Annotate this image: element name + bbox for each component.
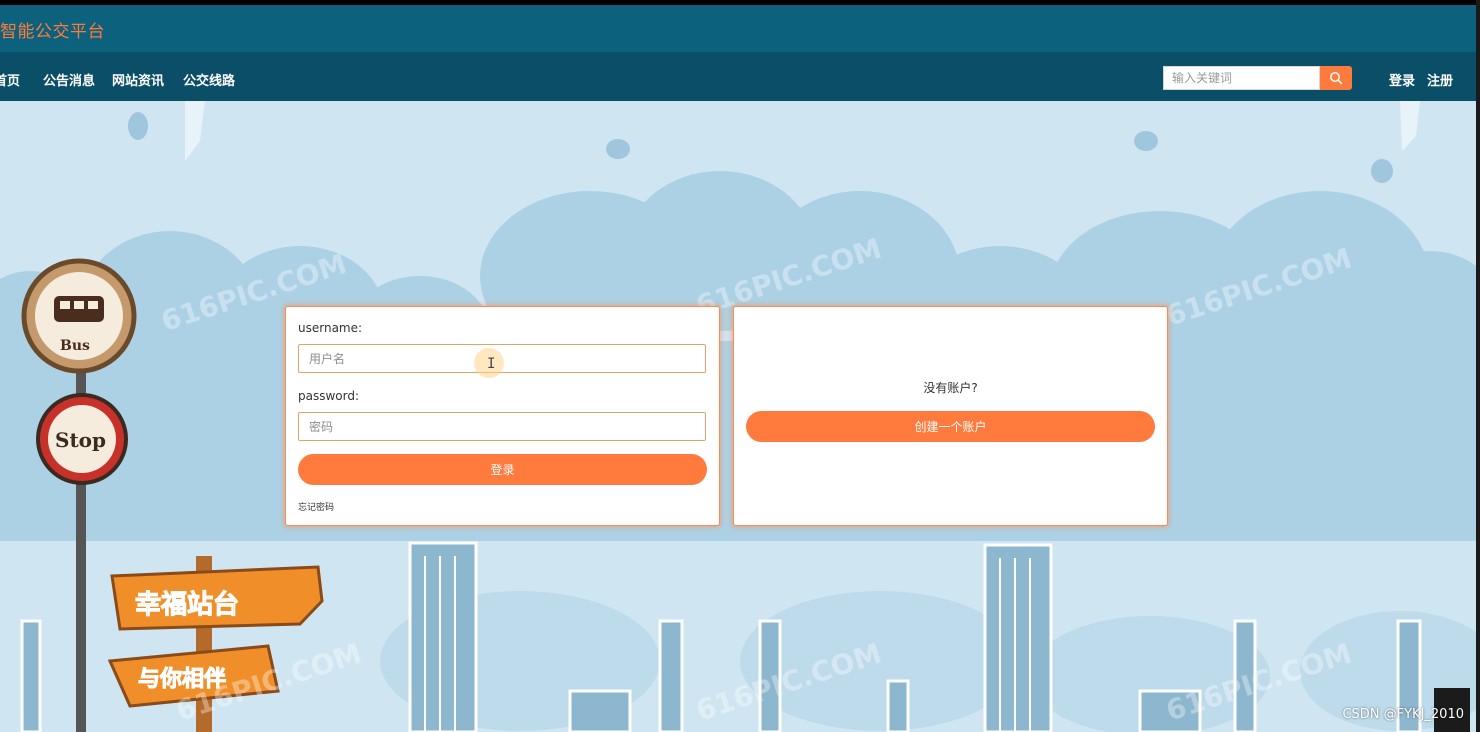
nav-item-news[interactable]: 网站资讯	[112, 70, 164, 89]
register-card: 没有账户? 创建一个账户	[733, 306, 1168, 526]
nav-item-announcements[interactable]: 公告消息	[43, 70, 95, 89]
app-screen: 智能公交平台 首页 公告消息 网站资讯 公交线路 登录 注册	[0, 0, 1480, 732]
login-card: username: password: 登录 忘记密码	[285, 306, 720, 526]
search-input[interactable]	[1163, 66, 1320, 90]
password-label: password:	[298, 389, 360, 403]
board-top-text: 幸福站台	[135, 589, 239, 620]
text-cursor-icon: I	[487, 356, 496, 372]
stop-sign-text: Stop	[55, 428, 106, 452]
background-illustration: Bus Stop 幸福站台 与你相伴 616PIC.COM 616PIC.COM…	[0, 101, 1476, 732]
bus-sign-text: Bus	[60, 338, 90, 354]
no-account-text: 没有账户?	[923, 381, 978, 395]
search-icon	[1330, 72, 1343, 85]
forgot-password-link[interactable]: 忘记密码	[298, 500, 334, 513]
nav-item-home[interactable]: 首页	[0, 70, 20, 89]
login-submit-button[interactable]: 登录	[298, 454, 707, 485]
window-edge	[1476, 0, 1480, 732]
login-link[interactable]: 登录	[1389, 70, 1415, 89]
nav-item-bus-routes[interactable]: 公交线路	[183, 70, 235, 89]
username-label: username:	[298, 321, 363, 335]
create-account-button[interactable]: 创建一个账户	[746, 411, 1155, 442]
site-title: 智能公交平台	[0, 22, 105, 42]
search-button[interactable]	[1320, 66, 1352, 90]
password-field[interactable]	[298, 412, 706, 441]
register-link[interactable]: 注册	[1427, 70, 1453, 89]
nav-bar: 首页 公告消息 网站资讯 公交线路 登录 注册	[0, 52, 1476, 102]
brand-bar: 智能公交平台	[0, 5, 1476, 52]
csdn-watermark: CSDN @FYKJ_2010	[1342, 707, 1464, 722]
